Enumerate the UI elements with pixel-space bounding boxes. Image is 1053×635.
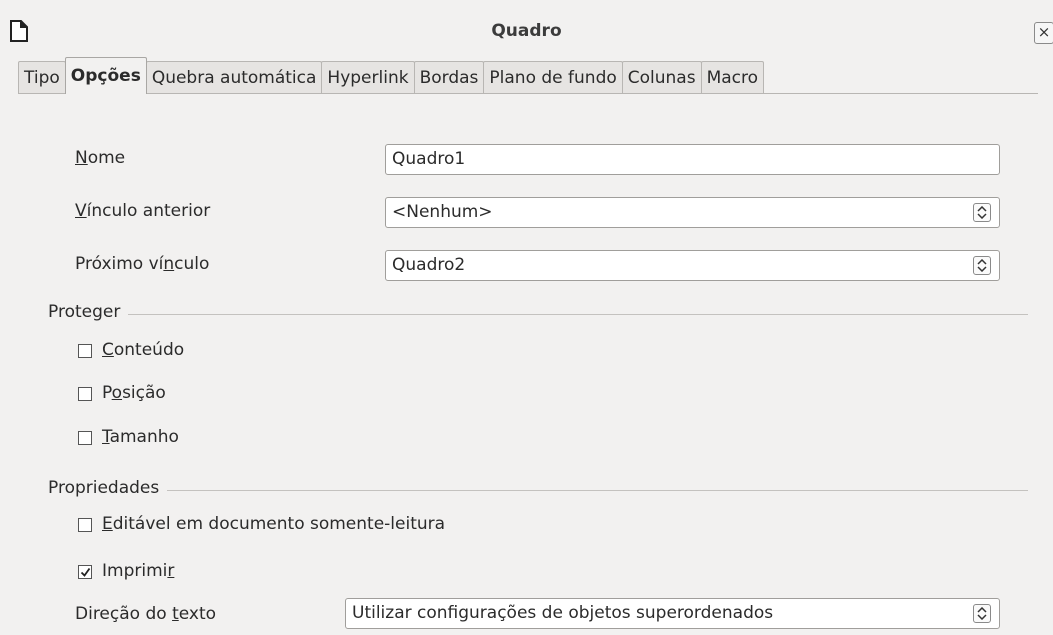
tab-colunas[interactable]: Colunas bbox=[621, 61, 702, 94]
tab-panel-border bbox=[18, 93, 1038, 94]
window-title: Quadro bbox=[491, 21, 562, 41]
title-bar: Quadro × bbox=[0, 0, 1053, 62]
imprimir-checkbox[interactable] bbox=[78, 565, 92, 579]
vinculo-anterior-select[interactable]: <Nenhum> bbox=[385, 197, 1000, 228]
conteudo-checkbox[interactable] bbox=[78, 344, 92, 358]
editavel-label: Editável em documento somente-leitura bbox=[102, 514, 446, 534]
updown-arrows-icon[interactable] bbox=[973, 256, 991, 275]
tab-tipo[interactable]: Tipo bbox=[18, 61, 66, 94]
tab-opcoes[interactable]: Opções bbox=[64, 57, 147, 94]
posicao-label: Posição bbox=[102, 383, 166, 403]
tamanho-checkbox[interactable] bbox=[78, 431, 92, 445]
nome-input[interactable]: Quadro1 bbox=[385, 144, 1000, 175]
section-divider bbox=[48, 314, 1028, 315]
propriedades-heading: Propriedades bbox=[48, 478, 168, 498]
close-icon: × bbox=[1037, 23, 1051, 41]
tab-hyperlink[interactable]: Hyperlink bbox=[321, 61, 415, 94]
editavel-checkbox[interactable] bbox=[78, 518, 92, 532]
tab-bar: Tipo Opções Quebra automática Hyperlink … bbox=[18, 57, 765, 94]
tab-plano-de-fundo[interactable]: Plano de fundo bbox=[483, 61, 623, 94]
direcao-texto-value: Utilizar configurações de objetos supero… bbox=[352, 603, 774, 623]
proximo-vinculo-value: Quadro2 bbox=[392, 255, 466, 275]
conteudo-label: Conteúdo bbox=[102, 340, 185, 360]
updown-arrows-icon[interactable] bbox=[973, 604, 991, 623]
checkmark-icon bbox=[80, 567, 91, 577]
nome-label: Nome bbox=[75, 148, 126, 168]
tamanho-label: Tamanho bbox=[102, 427, 179, 447]
proximo-vinculo-label: Próximo vínculo bbox=[75, 254, 210, 274]
vinculo-anterior-label: Vínculo anterior bbox=[75, 201, 211, 221]
tab-bordas[interactable]: Bordas bbox=[413, 61, 485, 94]
tab-quebra-automatica[interactable]: Quebra automática bbox=[145, 61, 323, 94]
posicao-checkbox[interactable] bbox=[78, 387, 92, 401]
tab-macro[interactable]: Macro bbox=[700, 61, 765, 94]
vinculo-anterior-value: <Nenhum> bbox=[392, 202, 493, 222]
close-button[interactable]: × bbox=[1034, 22, 1053, 44]
section-divider bbox=[48, 490, 1028, 491]
direcao-texto-select[interactable]: Utilizar configurações de objetos supero… bbox=[345, 598, 1000, 629]
imprimir-label: Imprimir bbox=[102, 561, 175, 581]
proteger-heading: Proteger bbox=[48, 302, 129, 322]
proteger-section: Proteger bbox=[48, 302, 1028, 326]
updown-arrows-icon[interactable] bbox=[973, 203, 991, 222]
direcao-texto-label: Direção do texto bbox=[75, 604, 217, 624]
propriedades-section: Propriedades bbox=[48, 478, 1028, 502]
proximo-vinculo-select[interactable]: Quadro2 bbox=[385, 250, 1000, 281]
